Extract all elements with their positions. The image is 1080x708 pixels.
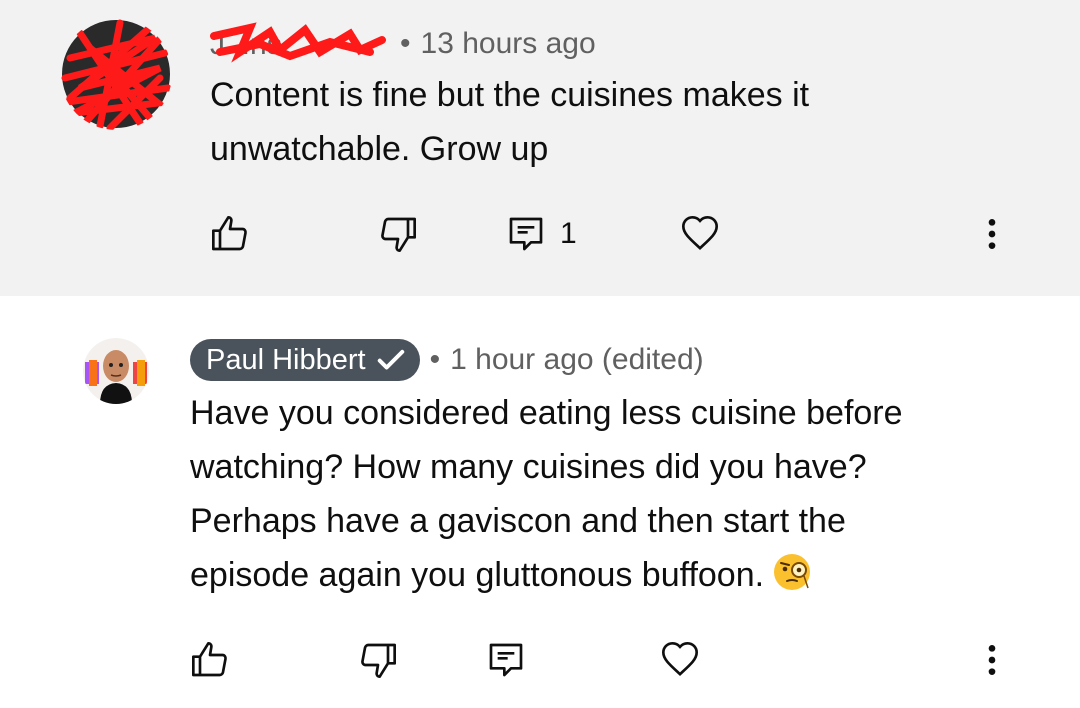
heart-icon: [681, 215, 719, 250]
reply-count: 1: [560, 217, 577, 250]
heart-button[interactable]: [680, 204, 720, 264]
more-vert-icon: [988, 645, 996, 675]
comment-1: J...ns • 13 hours ago Content is fine bu…: [0, 0, 1080, 296]
comment-text: Content is fine but the cuisines makes i…: [210, 76, 810, 168]
author-name: Paul Hibbert: [206, 343, 366, 376]
reply-button[interactable]: [486, 630, 526, 690]
verified-check-icon: [377, 349, 404, 370]
comment-text: Have you considered eating less cuisine …: [190, 394, 903, 594]
more-vert-icon: [988, 219, 996, 249]
author-chip[interactable]: Paul Hibbert: [190, 339, 420, 381]
reply-icon: [489, 643, 523, 677]
comment-meta: J...ns • 13 hours ago: [210, 22, 596, 66]
comment-meta: Paul Hibbert • 1 hour ago (edited): [190, 338, 704, 382]
redaction-scribble: [210, 22, 386, 63]
avatar[interactable]: [60, 18, 172, 130]
author-name[interactable]: J...ns: [210, 22, 390, 66]
reply-icon: [509, 217, 543, 251]
dislike-icon: [361, 643, 396, 678]
reply-button[interactable]: 1: [506, 204, 577, 264]
avatar[interactable]: [83, 338, 149, 404]
comment-time: 1 hour ago (edited): [450, 343, 704, 376]
like-icon: [192, 642, 227, 677]
comment-actions: [0, 630, 1080, 690]
dislike-icon: [381, 217, 416, 253]
comment-time: 13 hours ago: [420, 27, 596, 60]
like-icon: [212, 216, 247, 251]
heart-button[interactable]: [660, 630, 700, 690]
like-button[interactable]: [210, 204, 250, 264]
face-with-monocle-icon: [774, 554, 811, 590]
comment-actions: 1: [0, 204, 1080, 264]
dislike-button[interactable]: [378, 204, 418, 264]
like-button[interactable]: [190, 630, 230, 690]
heart-icon: [661, 641, 699, 676]
comment-2: Paul Hibbert • 1 hour ago (edited) Have …: [0, 296, 1080, 708]
dislike-button[interactable]: [358, 630, 398, 690]
more-options-button[interactable]: [972, 630, 1012, 690]
more-options-button[interactable]: [972, 204, 1012, 264]
